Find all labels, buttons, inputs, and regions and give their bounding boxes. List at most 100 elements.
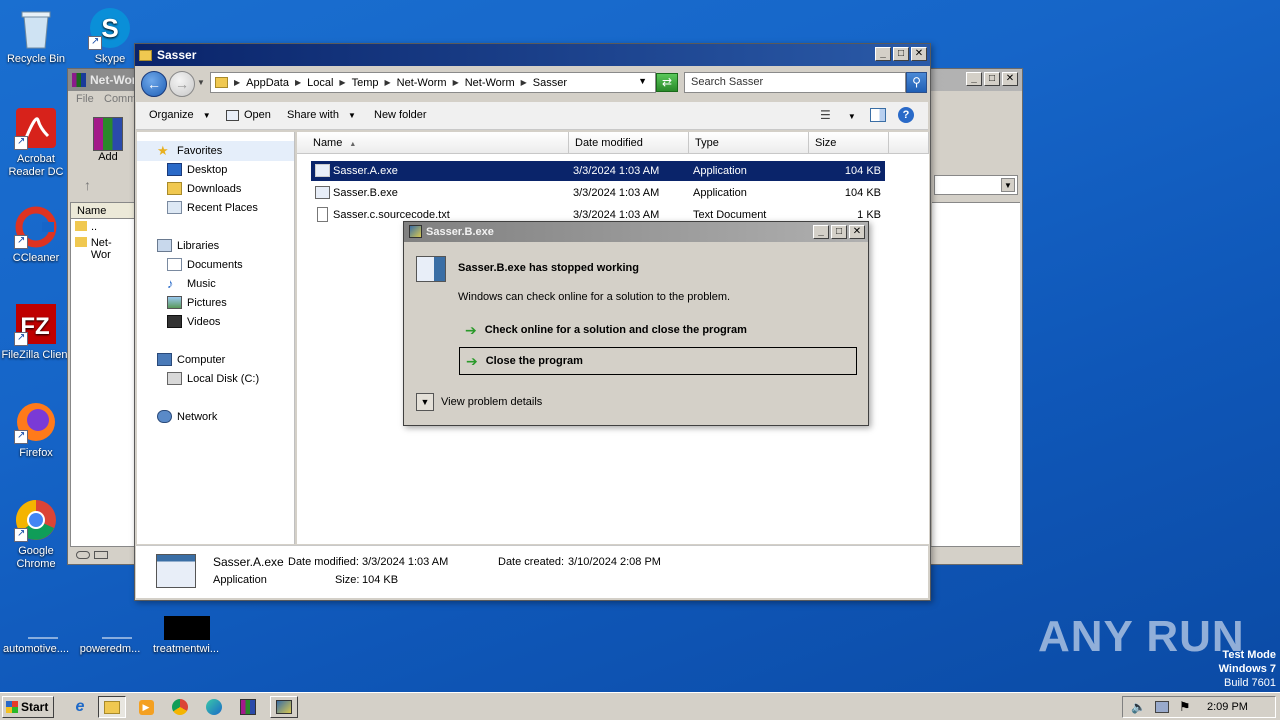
taskbar-edge[interactable] xyxy=(200,696,228,718)
application-icon xyxy=(276,700,292,714)
new-folder-button[interactable]: New folder xyxy=(374,109,427,121)
nav-network[interactable]: Network xyxy=(157,410,217,423)
file-type: Application xyxy=(693,165,747,177)
nav-pictures[interactable]: Pictures xyxy=(167,296,227,309)
desktop-icon-filezilla[interactable]: FZ FileZilla Client xyxy=(0,302,72,362)
share-with-button[interactable]: Share with ▼ xyxy=(287,109,356,121)
back-arrow-icon: ← xyxy=(147,76,161,92)
close-button[interactable]: ✕ xyxy=(911,47,927,61)
close-program-button[interactable]: ➔ Close the program xyxy=(459,347,857,375)
open-button[interactable]: Open xyxy=(226,109,271,121)
column-header-extra[interactable] xyxy=(889,132,929,154)
taskbar-winrar[interactable] xyxy=(234,696,262,718)
network-icon[interactable] xyxy=(1155,701,1169,713)
nav-documents[interactable]: Documents xyxy=(167,258,243,271)
error-dialog[interactable]: Sasser.B.exe _ □ ✕ Sasser.B.exe has stop… xyxy=(403,221,869,426)
breadcrumb-item[interactable]: AppData xyxy=(246,77,289,89)
desktop-icon-label: FileZilla Client xyxy=(1,349,71,361)
start-button[interactable]: Start xyxy=(2,696,54,718)
close-button[interactable]: ✕ xyxy=(849,225,865,239)
breadcrumb-item[interactable]: Local xyxy=(307,77,333,89)
desktop-icon-chrome[interactable]: Google Chrome xyxy=(0,498,72,571)
shortcut-arrow-icon xyxy=(14,234,28,249)
navigation-pane[interactable]: ★ Favorites Desktop Downloads Recent Pla… xyxy=(137,132,295,544)
address-bar[interactable]: ▶ AppData ▶ Local ▶ Temp ▶ Net-Worm ▶ Ne… xyxy=(210,72,656,93)
nav-music[interactable]: ♪ Music xyxy=(167,277,216,290)
column-header-size[interactable]: Size xyxy=(809,132,889,154)
list-item[interactable]: Net-Wor xyxy=(71,235,135,263)
chevron-right-icon: ▶ xyxy=(452,78,459,87)
preview-pane-button[interactable] xyxy=(870,108,886,122)
table-row[interactable]: Sasser.A.exe 3/3/2024 1:03 AM Applicatio… xyxy=(311,161,885,181)
music-icon: ♪ xyxy=(167,276,174,291)
desktop-icon-file[interactable]: treatmentwi... xyxy=(150,616,222,656)
chevron-down-icon: ▼ xyxy=(348,111,356,120)
nav-computer[interactable]: Computer xyxy=(157,353,225,366)
volume-icon[interactable]: 🔈 xyxy=(1131,700,1146,714)
nav-libraries[interactable]: Libraries xyxy=(157,239,219,252)
nav-desktop[interactable]: Desktop xyxy=(167,163,227,176)
minimize-button[interactable]: _ xyxy=(875,47,891,61)
taskbar-chrome[interactable] xyxy=(166,696,194,718)
check-online-button[interactable]: ➔ Check online for a solution and close … xyxy=(459,316,857,344)
filezilla-icon: FZ xyxy=(14,302,58,346)
svg-text:S: S xyxy=(101,13,118,43)
column-header-date[interactable]: Date modified xyxy=(569,132,689,154)
nav-recent-places[interactable]: Recent Places xyxy=(167,201,258,214)
refresh-button[interactable]: ⇄ xyxy=(656,73,678,92)
recent-pages-dropdown[interactable]: ▼ xyxy=(197,78,205,87)
view-options-button[interactable]: ☰ ▼ xyxy=(820,108,856,122)
maximize-button[interactable]: □ xyxy=(893,47,909,61)
application-icon xyxy=(315,186,330,199)
close-button[interactable]: ✕ xyxy=(1002,72,1018,86)
list-item[interactable]: .. xyxy=(71,219,135,235)
desktop-icon-acrobat[interactable]: Acrobat Reader DC xyxy=(0,106,72,179)
taskbar-ie[interactable]: e xyxy=(66,696,94,718)
search-input[interactable]: Search Sasser xyxy=(684,72,906,93)
view-details-toggle[interactable]: ▼ View problem details xyxy=(416,393,542,411)
minimize-button[interactable]: _ xyxy=(966,72,982,86)
winrar-menu-file[interactable]: File xyxy=(76,93,94,105)
taskbar-sasser-app[interactable] xyxy=(270,696,298,718)
maximize-button[interactable]: □ xyxy=(831,225,847,239)
search-button[interactable]: ⚲ xyxy=(906,72,927,93)
organize-button[interactable]: Organize ▼ xyxy=(149,109,211,121)
desktop-icon-file[interactable]: automotive.... xyxy=(0,616,72,656)
help-button[interactable]: ? xyxy=(898,107,914,123)
dialog-titlebar[interactable]: Sasser.B.exe xyxy=(404,222,868,242)
winrar-col-name[interactable]: Name xyxy=(71,203,135,219)
back-button[interactable]: ← xyxy=(141,71,167,97)
breadcrumb-item[interactable]: Net-Worm xyxy=(465,77,515,89)
explorer-titlebar[interactable]: Sasser xyxy=(135,44,930,66)
action-center-flag-icon[interactable]: ⚑ xyxy=(1179,699,1191,715)
breadcrumb-item[interactable]: Temp xyxy=(352,77,379,89)
taskbar-explorer[interactable] xyxy=(98,696,126,718)
forward-button[interactable]: → xyxy=(169,71,195,97)
winrar-address-dropdown[interactable]: ▼ xyxy=(934,175,1018,195)
desktop-icon-file[interactable]: poweredm... xyxy=(74,616,146,656)
winrar-menu-commands[interactable]: Comm xyxy=(104,93,136,105)
nav-downloads[interactable]: Downloads xyxy=(167,182,241,195)
breadcrumb-item[interactable]: Sasser xyxy=(533,77,567,89)
desktop-icon-ccleaner[interactable]: CCleaner xyxy=(0,205,72,265)
file-size: 1 KB xyxy=(857,209,881,221)
winrar-file-list[interactable]: Name .. Net-Wor xyxy=(70,202,136,547)
clock[interactable]: 2:09 PM xyxy=(1207,701,1248,713)
nav-videos[interactable]: Videos xyxy=(167,315,220,328)
nav-favorites[interactable]: ★ Favorites xyxy=(157,144,222,157)
winrar-up-button[interactable]: ↑ xyxy=(84,177,91,193)
drive-icon xyxy=(76,551,90,559)
nav-local-disk[interactable]: Local Disk (C:) xyxy=(167,372,259,385)
winrar-add-button[interactable]: Add xyxy=(88,117,128,163)
green-arrow-icon: ➔ xyxy=(466,352,478,369)
maximize-button[interactable]: □ xyxy=(984,72,1000,86)
taskbar-media-player[interactable]: ▶ xyxy=(132,696,160,718)
minimize-button[interactable]: _ xyxy=(813,225,829,239)
column-header-name[interactable]: Name ▲ xyxy=(297,132,569,154)
chevron-down-icon[interactable]: ▼ xyxy=(638,76,647,86)
column-header-type[interactable]: Type xyxy=(689,132,809,154)
desktop-icon-firefox[interactable]: Firefox xyxy=(0,400,72,460)
desktop-icon-recycle-bin[interactable]: Recycle Bin xyxy=(0,6,72,66)
table-row[interactable]: Sasser.B.exe 3/3/2024 1:03 AM Applicatio… xyxy=(311,183,885,203)
breadcrumb-item[interactable]: Net-Worm xyxy=(397,77,447,89)
